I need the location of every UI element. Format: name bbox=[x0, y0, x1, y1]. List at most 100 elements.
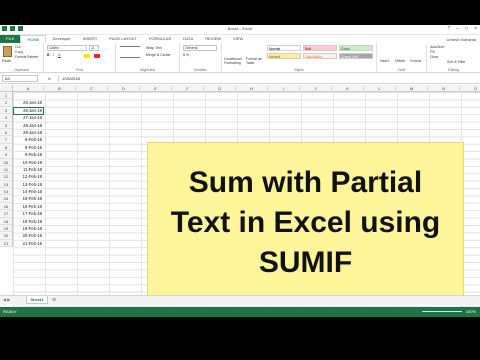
cell-a[interactable]: 17-Feb-18 bbox=[13, 210, 43, 217]
row-header[interactable]: 18 bbox=[0, 218, 12, 226]
row-header[interactable]: 16 bbox=[0, 203, 12, 211]
maximize-button[interactable]: □ bbox=[465, 26, 468, 32]
cell-a[interactable]: 28-Jan-18 bbox=[13, 122, 43, 129]
format-painter-button[interactable]: Format Painter bbox=[15, 55, 38, 59]
font-size-select[interactable]: 11 bbox=[89, 45, 99, 51]
sort-filter-button[interactable]: Sort & Filter bbox=[447, 60, 465, 64]
font-color-icon[interactable] bbox=[94, 54, 100, 58]
row-header[interactable]: 10 bbox=[0, 159, 12, 166]
row-header[interactable]: 14 bbox=[0, 188, 12, 196]
row-header[interactable]: 6 bbox=[0, 129, 12, 137]
selected-cell[interactable] bbox=[13, 106, 44, 115]
column-header[interactable]: E bbox=[140, 85, 172, 92]
cell-a[interactable]: 25-Jan-18 bbox=[13, 99, 43, 106]
cell-a[interactable]: 8-Feb-18 bbox=[13, 144, 43, 151]
font-name-select[interactable]: Calibri bbox=[47, 45, 87, 51]
cell-a[interactable]: 27-Jan-18 bbox=[13, 114, 43, 121]
paste-button[interactable]: Paste bbox=[2, 59, 11, 63]
style-bad[interactable]: Bad bbox=[303, 45, 337, 51]
formula-input[interactable]: 1/26/2018 bbox=[58, 75, 476, 82]
name-box[interactable]: A3 bbox=[2, 75, 38, 82]
add-sheet-icon[interactable]: ⊕ bbox=[52, 297, 56, 303]
cell-a[interactable]: 6-Feb-18 bbox=[13, 136, 43, 143]
row-header[interactable]: 7 bbox=[0, 136, 12, 144]
zoom-level[interactable]: 100% bbox=[466, 309, 476, 314]
tab-view[interactable]: VIEW bbox=[227, 35, 249, 43]
column-header[interactable]: F bbox=[172, 85, 204, 92]
cut-button[interactable]: Cut bbox=[15, 45, 20, 49]
row-header[interactable]: 12 bbox=[0, 173, 12, 181]
row-header[interactable]: 9 bbox=[0, 151, 12, 159]
autosum-button[interactable]: AutoSum bbox=[430, 45, 444, 49]
italic-icon[interactable]: I bbox=[53, 53, 54, 57]
row-header[interactable]: 20 bbox=[0, 232, 12, 240]
fill-button[interactable]: Fill bbox=[430, 50, 434, 54]
cell-a[interactable]: 10-Feb-18 bbox=[13, 159, 43, 166]
style-good[interactable]: Good bbox=[339, 45, 373, 51]
row-header[interactable]: 8 bbox=[0, 144, 12, 152]
column-header[interactable]: I bbox=[268, 85, 300, 92]
column-header[interactable]: L bbox=[364, 85, 396, 92]
cell-a[interactable]: 20-Feb-18 bbox=[13, 232, 43, 239]
row-header[interactable]: 1 bbox=[0, 92, 12, 100]
clear-button[interactable]: Clear bbox=[430, 55, 438, 59]
cell-a[interactable]: 11-Feb-18 bbox=[13, 166, 43, 173]
style-calculation[interactable]: Calculation bbox=[303, 53, 337, 59]
style-neutral[interactable]: Neutral bbox=[267, 53, 301, 59]
column-header[interactable]: K bbox=[332, 85, 364, 92]
row-header[interactable]: 11 bbox=[0, 166, 12, 174]
insert-button[interactable]: Insert bbox=[380, 59, 389, 63]
fill-color-icon[interactable] bbox=[84, 54, 90, 58]
column-header[interactable]: M bbox=[396, 85, 428, 92]
close-button[interactable]: × bbox=[474, 26, 477, 32]
row-header[interactable]: 17 bbox=[0, 210, 12, 218]
column-header[interactable]: J bbox=[300, 85, 332, 92]
sheet-tab[interactable]: Sheet1 bbox=[26, 296, 48, 304]
column-header[interactable]: H bbox=[236, 85, 268, 92]
user-name[interactable]: Umesh Mohanta bbox=[447, 37, 480, 42]
align-icon[interactable] bbox=[120, 46, 140, 58]
merge-center-button[interactable]: Merge & Center bbox=[146, 53, 171, 57]
cell-a[interactable]: 15-Feb-18 bbox=[13, 195, 43, 202]
tab-page-layout[interactable]: PAGE LAYOUT bbox=[103, 35, 143, 43]
tab-formulas[interactable]: FORMULAS bbox=[143, 35, 177, 43]
column-header[interactable]: D bbox=[108, 85, 140, 92]
delete-button[interactable]: Delete bbox=[395, 59, 405, 63]
tab-review[interactable]: REVIEW bbox=[199, 35, 227, 43]
bold-icon[interactable]: B bbox=[47, 53, 50, 57]
format-as-table-button[interactable]: Format as Table bbox=[246, 57, 264, 65]
row-header[interactable]: 15 bbox=[0, 195, 12, 203]
tab-developer[interactable]: Developer bbox=[46, 35, 76, 43]
cell-a[interactable]: 9-Feb-18 bbox=[13, 151, 43, 158]
cell-a[interactable]: 12-Feb-18 bbox=[13, 173, 43, 180]
paste-icon[interactable] bbox=[3, 46, 12, 57]
cell-a[interactable]: 13-Feb-18 bbox=[13, 181, 43, 188]
help-button[interactable]: ? bbox=[447, 26, 450, 32]
column-header[interactable]: G bbox=[204, 85, 236, 92]
wrap-text-button[interactable]: Wrap Text bbox=[146, 46, 162, 50]
row-header[interactable]: 19 bbox=[0, 225, 12, 233]
select-all-corner[interactable] bbox=[0, 85, 13, 92]
column-header[interactable]: N bbox=[428, 85, 460, 92]
style-normal[interactable]: Normal bbox=[267, 45, 301, 51]
underline-icon[interactable]: U bbox=[58, 53, 61, 57]
tab-insert[interactable]: INSERT bbox=[77, 35, 104, 43]
conditional-formatting-button[interactable]: Conditional Formatting bbox=[224, 57, 244, 65]
copy-button[interactable]: Copy bbox=[15, 50, 23, 54]
column-header[interactable]: O bbox=[460, 85, 480, 92]
format-button[interactable]: Format bbox=[410, 59, 421, 63]
cell-a[interactable]: 18-Feb-18 bbox=[13, 218, 43, 225]
zoom-slider[interactable] bbox=[422, 311, 462, 312]
cell-a[interactable]: 19-Feb-18 bbox=[13, 225, 43, 232]
currency-icon[interactable]: $ % , bbox=[183, 53, 191, 57]
column-header[interactable]: A bbox=[13, 85, 44, 92]
tab-file[interactable]: FILE bbox=[0, 35, 21, 43]
cell-a[interactable]: 29-Jan-18 bbox=[13, 129, 43, 136]
row-header[interactable]: 13 bbox=[0, 181, 12, 189]
cell-a[interactable]: 16-Feb-18 bbox=[13, 203, 43, 210]
row-header[interactable]: 5 bbox=[0, 122, 12, 129]
cell-a[interactable] bbox=[13, 92, 43, 99]
style-check-cell[interactable]: Check Cell bbox=[339, 53, 373, 59]
row-header[interactable]: 2 bbox=[0, 99, 12, 107]
row-header[interactable]: 21 bbox=[0, 240, 12, 248]
